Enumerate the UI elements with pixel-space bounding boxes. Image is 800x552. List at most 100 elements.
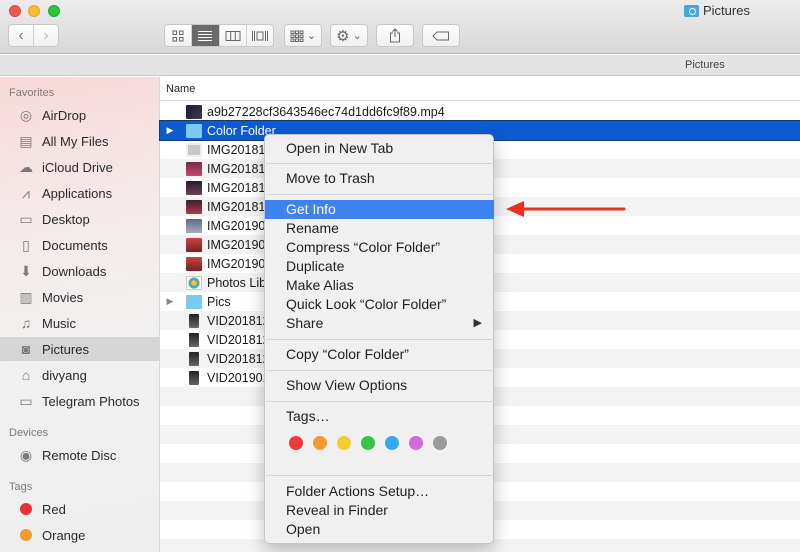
folder-icon <box>186 294 202 309</box>
chevron-down-icon: ⌄ <box>352 29 362 42</box>
list-header: Name <box>160 77 800 101</box>
tag-red-icon[interactable] <box>289 436 303 450</box>
sidebar-item-movies[interactable]: ▥ Movies <box>0 285 159 309</box>
menu-item-compress[interactable]: Compress “Color Folder” <box>265 238 494 257</box>
context-menu: Open in New Tab Move to Trash Get Info R… <box>264 134 494 544</box>
sidebar-item-pictures[interactable]: ◙ Pictures <box>0 337 159 361</box>
sidebar-item-label: Downloads <box>42 263 107 279</box>
disc-icon: ◉ <box>19 446 33 463</box>
pictures-folder-icon <box>684 4 699 17</box>
sidebar-item-desktop[interactable]: ▭ Desktop <box>0 207 159 231</box>
menu-item-copy[interactable]: Copy “Color Folder” <box>265 345 494 364</box>
title-bar: Pictures ‹ › ⌄ ⚙ ⌄ <box>0 0 800 54</box>
list-view-button[interactable] <box>191 25 219 46</box>
sidebar-item-airdrop[interactable]: ◎ AirDrop <box>0 103 159 127</box>
documents-icon: ▯ <box>22 236 30 253</box>
sidebar-item-label: Applications <box>42 185 113 201</box>
cloud-icon: ☁ <box>19 158 33 175</box>
tag-color-dot-icon <box>20 503 32 515</box>
sidebar-item-all-my-files[interactable]: ▤ All My Files <box>0 129 159 153</box>
sidebar-item-music[interactable]: ♫ Music <box>0 311 159 335</box>
applications-icon: ⩘ <box>22 184 30 201</box>
file-name: IMG201812 <box>207 161 273 176</box>
sidebar-item-remote-disc[interactable]: ◉ Remote Disc <box>0 443 159 467</box>
image-thumbnail-icon <box>186 218 202 233</box>
menu-item-quick-look[interactable]: Quick Look “Color Folder” <box>265 295 494 314</box>
tag-color-picker <box>289 436 447 450</box>
sidebar: Favorites ◎ AirDrop ▤ All My Files ☁ iCloud Dr… <box>0 77 160 552</box>
navigation-buttons: ‹ › <box>8 24 59 47</box>
all-files-icon: ▤ <box>19 132 33 149</box>
menu-item-rename[interactable]: Rename <box>265 219 494 238</box>
image-thumbnail-icon <box>186 142 202 157</box>
column-header-name[interactable]: Name <box>166 83 195 95</box>
menu-separator <box>266 370 494 371</box>
sidebar-item-telegram-photos[interactable]: ▭ Telegram Photos <box>0 389 159 413</box>
column-view-icon <box>225 30 241 41</box>
submenu-arrow-icon: ▶ <box>473 317 482 329</box>
file-name: VID201812 <box>207 351 270 366</box>
menu-item-get-info[interactable]: Get Info <box>265 200 494 219</box>
sidebar-item-label: Music <box>42 315 76 331</box>
tag-yellow-icon[interactable] <box>337 436 351 450</box>
arrange-button[interactable]: ⌄ <box>284 24 322 47</box>
icon-view-icon <box>172 30 184 41</box>
video-thumbnail-icon <box>189 370 199 385</box>
sidebar-item-label: AirDrop <box>42 107 87 123</box>
sidebar-heading-favorites: Favorites <box>9 87 55 99</box>
sidebar-item-label: Desktop <box>42 211 90 227</box>
menu-item-show-view-options[interactable]: Show View Options <box>265 376 494 395</box>
menu-item-tags[interactable]: Tags… <box>265 407 494 426</box>
tag-purple-icon[interactable] <box>409 436 423 450</box>
zoom-window-button[interactable] <box>48 5 60 17</box>
sidebar-item-orange[interactable]: Orange <box>0 523 159 547</box>
sidebar-item-label: All My Files <box>42 133 109 149</box>
disclosure-triangle-icon[interactable]: ▶ <box>160 125 180 136</box>
menu-item-move-to-trash[interactable]: Move to Trash <box>265 169 494 188</box>
column-view-button[interactable] <box>218 25 246 46</box>
sidebar-item-red[interactable]: Red <box>0 497 159 521</box>
arrange-grid-icon <box>290 30 304 42</box>
chevron-left-icon[interactable]: ‹ <box>9 25 33 46</box>
tag-orange-icon[interactable] <box>313 436 327 450</box>
sidebar-item-label: Telegram Photos <box>42 393 140 409</box>
file-name: Pics <box>207 294 231 309</box>
menu-item-folder-actions-setup[interactable]: Folder Actions Setup… <box>265 482 494 501</box>
tag-green-icon[interactable] <box>361 436 375 450</box>
sidebar-item-label: Orange <box>42 527 86 543</box>
sidebar-item-label: Red <box>42 501 66 517</box>
file-name: a9b27228cf3643546ec74d1dd6fc9f89.mp4 <box>207 104 445 119</box>
menu-item-make-alias[interactable]: Make Alias <box>265 276 494 295</box>
file-row[interactable]: a9b27228cf3643546ec74d1dd6fc9f89.mp4 <box>160 102 800 121</box>
video-thumbnail-icon <box>186 104 202 119</box>
menu-item-share[interactable]: Share ▶ <box>265 314 494 333</box>
sidebar-item-divyang[interactable]: ⌂ divyang <box>0 363 159 387</box>
menu-item-open-in-new-tab[interactable]: Open in New Tab <box>265 139 494 158</box>
sidebar-item-documents[interactable]: ▯ Documents <box>0 233 159 257</box>
sidebar-item-icloud-drive[interactable]: ☁ iCloud Drive <box>0 155 159 179</box>
menu-item-reveal-in-finder[interactable]: Reveal in Finder <box>265 501 494 520</box>
chevron-right-icon[interactable]: › <box>33 25 58 46</box>
video-thumbnail-icon <box>189 332 199 347</box>
tag-gray-icon[interactable] <box>433 436 447 450</box>
menu-item-open[interactable]: Open <box>265 520 494 539</box>
sidebar-item-applications[interactable]: ⩘ Applications <box>0 181 159 205</box>
sidebar-item-downloads[interactable]: ⬇ Downloads <box>0 259 159 283</box>
disclosure-triangle-icon[interactable]: ▶ <box>160 296 180 307</box>
menu-item-duplicate[interactable]: Duplicate <box>265 257 494 276</box>
view-mode-selector <box>164 24 274 47</box>
window-title-text: Pictures <box>703 3 750 18</box>
folder-icon: ▭ <box>19 392 33 409</box>
close-window-button[interactable] <box>9 5 21 17</box>
video-thumbnail-icon <box>189 313 199 328</box>
tag-button[interactable] <box>422 24 460 47</box>
minimize-window-button[interactable] <box>28 5 40 17</box>
sidebar-item-label: Documents <box>42 237 108 253</box>
icon-view-button[interactable] <box>165 25 191 46</box>
file-name: IMG201812 <box>207 142 273 157</box>
tag-blue-icon[interactable] <box>385 436 399 450</box>
cover-flow-view-button[interactable] <box>245 25 273 46</box>
action-button[interactable]: ⚙ ⌄ <box>330 24 368 47</box>
image-thumbnail-icon <box>186 256 202 271</box>
share-button[interactable] <box>376 24 414 47</box>
